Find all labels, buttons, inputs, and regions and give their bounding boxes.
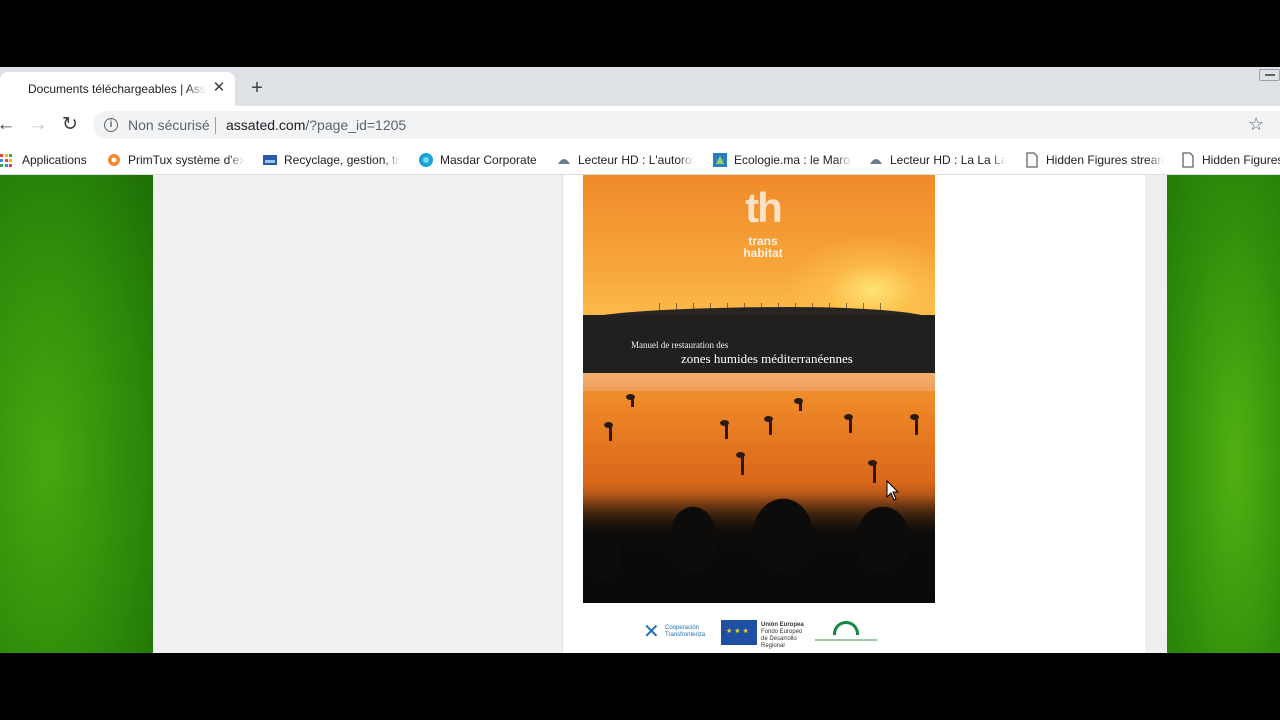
cover-subtitle: Manuel de restauration des bbox=[631, 340, 729, 350]
bookmark-masdar[interactable]: Masdar Corporate bbox=[418, 152, 542, 168]
address-bar[interactable]: i Non sécurisé assated.com/?page_id=1205… bbox=[93, 111, 1280, 139]
flamingo bbox=[844, 414, 853, 433]
url-domain: assated.com bbox=[226, 117, 306, 133]
brand-mark: th bbox=[745, 184, 783, 231]
bookmark-ecologie[interactable]: Ecologie.ma : le Maroc bbox=[712, 152, 852, 168]
ecologie-icon bbox=[712, 152, 728, 168]
eu-flag-icon bbox=[721, 620, 757, 645]
browser-window: Documents téléchargeables | Assated ✕ + … bbox=[0, 67, 1280, 653]
flamingo bbox=[868, 460, 877, 483]
cooperation-mark-icon: ✕ bbox=[643, 621, 660, 643]
bookmarks-bar: Applications PrimTux système d'exploitat… bbox=[0, 144, 1280, 175]
partner-logos: ✕ Cooperación Transfronteriza Unión Euro… bbox=[643, 619, 883, 650]
tab-strip: Documents téléchargeables | Assated ✕ + bbox=[0, 67, 1280, 106]
info-icon[interactable]: i bbox=[104, 118, 118, 132]
video-frame: Documents téléchargeables | Assated ✕ + … bbox=[0, 0, 1280, 720]
browser-toolbar: ← → ↻ i Non sécurisé assated.com/?page_i… bbox=[0, 106, 1280, 144]
video-player-icon bbox=[868, 152, 884, 168]
bookmark-hidden-figures-1[interactable]: Hidden Figures streaming bbox=[1024, 152, 1164, 168]
cooperation-text: Cooperación Transfronteriza bbox=[665, 625, 705, 639]
junta-line bbox=[815, 639, 877, 641]
page-edge bbox=[1145, 175, 1167, 653]
bookmark-star-icon[interactable]: ☆ bbox=[1248, 114, 1264, 135]
water-surface bbox=[583, 373, 935, 391]
bookmark-label: Applications bbox=[22, 153, 87, 167]
tab-title: Documents téléchargeables | Assated bbox=[28, 82, 206, 96]
eu-line2: Fondo Europeo de Desarrollo Regional bbox=[761, 629, 803, 649]
brand-name: trans habitat bbox=[725, 235, 801, 259]
label-fade bbox=[678, 152, 694, 168]
document-cover-image[interactable]: th trans habitat Manuel de restauration … bbox=[583, 175, 935, 603]
page-icon bbox=[1024, 152, 1040, 168]
bookmark-applications[interactable]: Applications bbox=[0, 152, 92, 168]
forward-button[interactable]: → bbox=[26, 113, 50, 137]
junta-logo-icon bbox=[815, 619, 877, 647]
bookmark-lecteur-hd-2[interactable]: Lecteur HD : La La Land bbox=[868, 152, 1006, 168]
bookmark-label: Lecteur HD : L'autoroute bbox=[578, 153, 694, 167]
reload-button[interactable]: ↻ bbox=[58, 113, 82, 137]
bookmark-label: Lecteur HD : La La Land bbox=[890, 153, 1006, 167]
label-fade bbox=[384, 152, 400, 168]
bookmark-label: PrimTux système d'exploitation bbox=[128, 153, 244, 167]
security-status[interactable]: Non sécurisé bbox=[128, 117, 210, 133]
junta-arc bbox=[833, 621, 859, 635]
flamingo bbox=[604, 422, 613, 441]
new-tab-button[interactable]: + bbox=[246, 77, 268, 99]
back-button[interactable]: ← bbox=[0, 113, 18, 137]
flamingo bbox=[720, 420, 729, 439]
page-icon bbox=[1180, 152, 1196, 168]
url-path: /?page_id=1205 bbox=[305, 117, 407, 133]
bookmark-primtux[interactable]: PrimTux système d'exploitation bbox=[106, 152, 244, 168]
bookmark-label: Masdar Corporate bbox=[440, 153, 537, 167]
url-text[interactable]: assated.com/?page_id=1205 bbox=[226, 117, 406, 133]
masdar-icon bbox=[418, 152, 434, 168]
page-content: th trans habitat Manuel de restauration … bbox=[0, 175, 1280, 653]
label-fade bbox=[990, 152, 1006, 168]
primtux-icon bbox=[106, 152, 122, 168]
label-fade bbox=[228, 152, 244, 168]
bookmark-lecteur-hd-1[interactable]: Lecteur HD : L'autoroute bbox=[556, 152, 694, 168]
minimize-window-button[interactable] bbox=[1259, 69, 1280, 81]
bookmark-label: Recyclage, gestion, traitement bbox=[284, 153, 400, 167]
page-background-left bbox=[0, 175, 153, 653]
left-column bbox=[153, 175, 562, 653]
label-fade bbox=[836, 152, 852, 168]
flamingo bbox=[736, 452, 745, 475]
flamingo bbox=[794, 398, 803, 411]
bookmark-label: Ecologie.ma : le Maroc bbox=[734, 153, 852, 167]
cover-title: zones humides méditerranéennes bbox=[681, 351, 853, 366]
cooperation-line2: Transfronteriza bbox=[665, 632, 706, 638]
label-fade bbox=[1148, 152, 1164, 168]
bookmark-recyclage[interactable]: Recyclage, gestion, traitement bbox=[262, 152, 400, 168]
document-column: th trans habitat Manuel de restauration … bbox=[562, 175, 1145, 653]
eu-text: Unión Europea Fondo Europeo de Desarroll… bbox=[761, 622, 807, 650]
bookmark-label: Hidden Figures streaming bbox=[1046, 153, 1164, 167]
cooperation-line1: Cooperación bbox=[665, 625, 700, 631]
brand-name-line2: habitat bbox=[743, 246, 783, 260]
address-separator bbox=[215, 117, 216, 134]
bookmark-hidden-figures-2[interactable]: Hidden Figures bbox=[1180, 152, 1280, 168]
recycling-site-icon bbox=[262, 152, 278, 168]
page-background-right bbox=[1167, 175, 1280, 653]
flamingo bbox=[626, 394, 635, 407]
bush-silhouettes bbox=[583, 495, 935, 603]
tab-documents[interactable]: Documents téléchargeables | Assated ✕ bbox=[0, 72, 235, 106]
eu-line1: Unión Europea bbox=[761, 622, 804, 628]
bookmark-label: Hidden Figures bbox=[1202, 153, 1280, 167]
flamingo bbox=[764, 416, 773, 435]
tab-close-icon[interactable]: ✕ bbox=[210, 79, 228, 97]
video-player-icon bbox=[556, 152, 572, 168]
flamingo bbox=[910, 414, 919, 435]
cooperation-logo: ✕ Cooperación Transfronteriza bbox=[643, 621, 713, 645]
apps-grid-icon bbox=[0, 152, 16, 168]
